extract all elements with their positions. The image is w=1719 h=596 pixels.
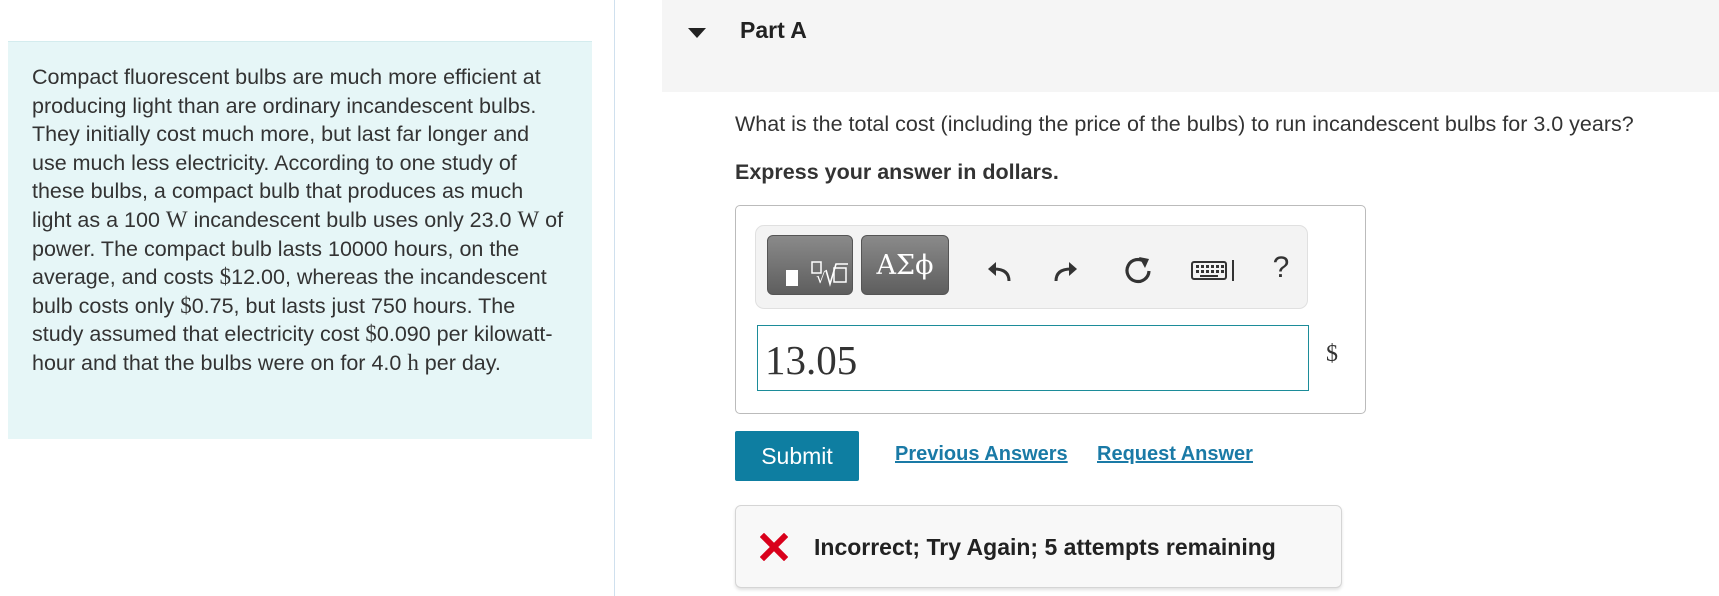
help-icon: ?	[1272, 251, 1290, 284]
problem-text-part: Compact fluorescent bulbs are much more …	[32, 65, 541, 232]
collapse-caret-icon[interactable]	[688, 28, 706, 38]
undo-button[interactable]	[979, 250, 1019, 290]
templates-button[interactable]: √	[767, 235, 853, 295]
submit-button[interactable]: Submit	[735, 431, 859, 481]
part-header[interactable]: Part A	[662, 0, 1719, 92]
unit-dollar: $	[219, 264, 232, 290]
redo-icon	[1054, 262, 1077, 282]
problem-text-part: per day.	[418, 350, 501, 375]
undo-icon	[988, 262, 1011, 282]
problem-text-part: incandescent bulb uses only 23.0	[187, 207, 518, 232]
question-text: What is the total cost (including the pr…	[735, 112, 1634, 136]
unit-watt: W	[165, 206, 188, 232]
answer-unit: $	[1326, 341, 1338, 367]
answer-input[interactable]	[757, 325, 1309, 391]
problem-panel: Compact fluorescent bulbs are much more …	[8, 41, 592, 439]
svg-text:√: √	[816, 269, 826, 287]
previous-answers-link[interactable]: Previous Answers	[895, 443, 1068, 466]
unit-dollar: $	[365, 321, 377, 347]
problem-text: Compact fluorescent bulbs are much more …	[32, 63, 568, 378]
part-title: Part A	[740, 17, 807, 43]
request-answer-link[interactable]: Request Answer	[1097, 443, 1253, 466]
keyboard-button[interactable]	[1188, 250, 1244, 290]
answer-box: √ ΑΣϕ ? 13.05 $	[735, 205, 1366, 414]
keyboard-icon	[1191, 260, 1234, 281]
answer-instruction: Express your answer in dollars.	[735, 160, 1059, 184]
unit-dollar: $	[180, 292, 192, 318]
unit-hour: h	[407, 349, 419, 375]
redo-button[interactable]	[1046, 250, 1086, 290]
reset-icon	[1125, 257, 1151, 284]
unit-watt: W	[517, 206, 540, 232]
templates-icon: √	[786, 261, 848, 287]
reset-button[interactable]	[1118, 250, 1158, 290]
incorrect-x-icon	[760, 533, 788, 561]
feedback-box: Incorrect; Try Again; 5 attempts remaini…	[735, 505, 1342, 588]
help-button[interactable]: ?	[1266, 248, 1296, 288]
column-divider	[614, 0, 615, 596]
math-toolbar: √ ΑΣϕ ?	[755, 225, 1308, 309]
feedback-text: Incorrect; Try Again; 5 attempts remaini…	[814, 534, 1276, 560]
symbols-button[interactable]: ΑΣϕ	[861, 235, 949, 295]
